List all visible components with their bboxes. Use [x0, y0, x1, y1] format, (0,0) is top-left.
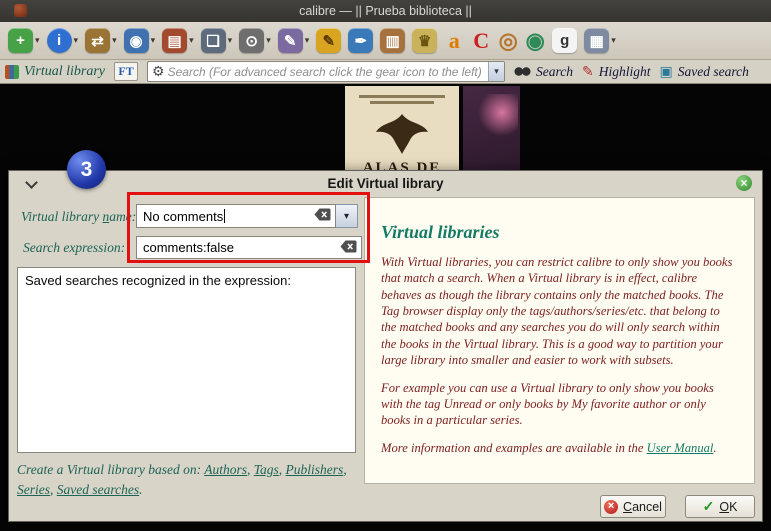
main-toolbar: + ▾ i ▾ ⇄ ▾ ◉ ▾ ▤ ▾ ❏ ▾ ⊙ ▾ ✎ ▾ ✎ ✒ ▥ ♛ a C ◎ ◉ g ▦ ▾	[0, 22, 771, 60]
highlighter-icon: ✎	[582, 63, 594, 79]
news-icon: ◉	[525, 27, 545, 53]
search-bar-row: Virtual library FT ⚙ ▾ Search ✎ Highligh…	[0, 60, 771, 84]
info-paragraph-1: With Virtual libraries, you can restrict…	[381, 255, 733, 368]
cancel-button[interactable]: × Cancel	[600, 495, 666, 518]
edit-metadata-button[interactable]: i ▾	[45, 26, 81, 55]
mark-books-icon: ✒	[348, 28, 374, 53]
calibre-store-button[interactable]: C	[469, 26, 493, 55]
window-title: calibre — || Prueba biblioteca ||	[299, 4, 472, 18]
binoculars-icon	[514, 66, 532, 77]
send-to-device-icon: ▤	[162, 28, 188, 53]
dropdown-arrow-icon[interactable]: ▾	[611, 35, 616, 46]
cover-flower-art	[478, 94, 518, 140]
cancel-x-icon: ×	[604, 499, 619, 514]
goodreads-button[interactable]: g	[550, 26, 579, 55]
cover-blurb-line	[359, 95, 445, 98]
convert-books-icon: ⇄	[85, 28, 111, 53]
saved-searches-listbox[interactable]: Saved searches recognized in the express…	[17, 267, 356, 453]
search-magnifier-button[interactable]: ⊙ ▾	[237, 26, 273, 55]
authors-link[interactable]: Authors	[204, 462, 247, 477]
search-magnifier-icon: ⊙	[239, 28, 265, 53]
info-paragraph-2: For example you can use a Virtual librar…	[381, 380, 714, 428]
add-books-icon: +	[8, 28, 33, 53]
info-heading: Virtual libraries	[381, 222, 500, 242]
saved-searches-listbox-label: Saved searches recognized in the express…	[25, 273, 291, 288]
dropdown-arrow-icon[interactable]: ▾	[74, 35, 79, 46]
virtual-libraries-info-panel: Virtual libraries With Virtual libraries…	[364, 197, 755, 484]
search-expression-label: Search expression:	[23, 240, 126, 255]
cover-blurb-line	[370, 101, 434, 104]
preview-book-button[interactable]: ❏ ▾	[199, 26, 235, 55]
calibre-window: calibre — || Prueba biblioteca || + ▾ i ▾ ⇄ ▾…	[0, 0, 771, 531]
view-book-icon: ◉	[123, 28, 149, 53]
bird-emblem-icon	[376, 114, 428, 154]
search-button[interactable]: Search	[514, 64, 573, 80]
virtual-library-name-label: Virtual library name:	[21, 209, 137, 224]
full-text-search-button[interactable]: FT	[114, 62, 139, 81]
window-menu-icon[interactable]	[14, 4, 27, 17]
donate-button[interactable]: ◎	[496, 26, 520, 55]
polish-books-button[interactable]: ✎	[314, 26, 343, 55]
library-books-icon	[5, 64, 19, 79]
search-input[interactable]	[167, 64, 489, 79]
highlight-button[interactable]: ✎ Highlight	[582, 63, 651, 80]
annotation-step-badge: 3	[67, 150, 106, 189]
trophy-icon: ♛	[412, 28, 438, 53]
library-stats-icon: ▥	[380, 28, 406, 53]
amazon-icon: a	[448, 27, 460, 53]
close-icon[interactable]: ×	[736, 175, 752, 191]
tags-link[interactable]: Tags	[254, 462, 279, 477]
saved-searches-link[interactable]: Saved searches	[57, 482, 139, 497]
search-dropdown-arrow-icon[interactable]: ▾	[488, 62, 505, 81]
layout-columns-button[interactable]: ▦ ▾	[582, 26, 618, 55]
dropdown-arrow-icon[interactable]: ▾	[189, 35, 194, 46]
saved-search-icon: ▣	[659, 63, 673, 79]
trophy-button[interactable]: ♛	[410, 26, 439, 55]
edit-metadata-icon: i	[46, 28, 72, 53]
search-box: ⚙ ▾	[147, 61, 506, 82]
calibre-store-icon: C	[473, 27, 490, 53]
layout-columns-icon: ▦	[584, 28, 610, 53]
edit-book-button[interactable]: ✎ ▾	[276, 26, 312, 55]
create-based-on-text: Create a Virtual library based on: Autho…	[17, 462, 347, 497]
dialog-title: Edit Virtual library	[327, 176, 444, 191]
series-link[interactable]: Series	[17, 482, 50, 497]
goodreads-icon: g	[552, 28, 578, 53]
mark-books-button[interactable]: ✒	[346, 26, 375, 55]
edit-virtual-library-dialog: Edit Virtual library × Virtual library n…	[8, 170, 763, 522]
news-button[interactable]: ◉	[523, 26, 547, 55]
dropdown-arrow-icon[interactable]: ▾	[112, 35, 117, 46]
amazon-button[interactable]: a	[442, 26, 466, 55]
polish-books-icon: ✎	[316, 28, 342, 53]
convert-books-button[interactable]: ⇄ ▾	[83, 26, 119, 55]
ok-button[interactable]: ✓ OK	[685, 495, 755, 518]
saved-search-button[interactable]: ▣ Saved search	[660, 63, 749, 80]
virtual-library-button[interactable]: Virtual library	[5, 64, 105, 80]
dropdown-arrow-icon[interactable]: ▾	[228, 35, 233, 46]
send-to-device-button[interactable]: ▤ ▾	[160, 26, 196, 55]
virtual-library-label: Virtual library	[24, 63, 106, 79]
publishers-link[interactable]: Publishers	[286, 462, 344, 477]
library-stats-button[interactable]: ▥	[378, 26, 407, 55]
user-manual-link[interactable]: User Manual	[647, 441, 714, 455]
add-books-button[interactable]: + ▾	[6, 26, 42, 55]
dropdown-arrow-icon[interactable]: ▾	[35, 35, 40, 46]
gear-icon[interactable]: ⚙	[152, 63, 165, 80]
titlebar: calibre — || Prueba biblioteca ||	[0, 0, 771, 22]
edit-book-icon: ✎	[277, 28, 303, 53]
annotation-highlight-rect	[127, 192, 370, 263]
view-book-button[interactable]: ◉ ▾	[122, 26, 158, 55]
dropdown-arrow-icon[interactable]: ▾	[305, 35, 310, 46]
ok-check-icon: ✓	[702, 498, 715, 514]
dropdown-arrow-icon[interactable]: ▾	[151, 35, 156, 46]
donate-icon: ◎	[498, 27, 518, 53]
info-paragraph-3: More information and examples are availa…	[381, 440, 717, 455]
preview-book-icon: ❏	[200, 28, 226, 53]
dropdown-arrow-icon[interactable]: ▾	[266, 35, 271, 46]
